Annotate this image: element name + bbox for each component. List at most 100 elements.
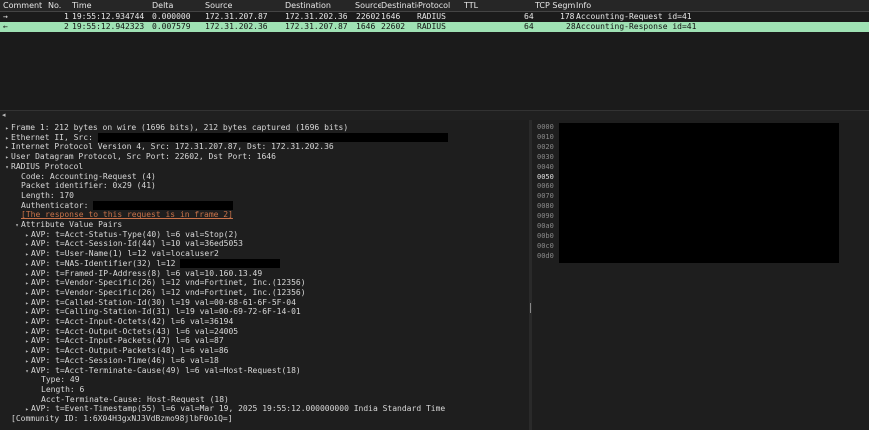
detail-text: AVP: t=Called-Station-Id(30) l=19 val=00… xyxy=(31,297,296,307)
splitter-grip-icon[interactable] xyxy=(530,303,531,313)
detail-row[interactable]: ▾ Attribute Value Pairs xyxy=(0,220,529,230)
detail-row[interactable]: ▸ AVP: t=Acct-Status-Type(40) l=6 val=Sto… xyxy=(0,230,529,240)
redacted-value xyxy=(180,258,281,268)
packet-ttl: 64 xyxy=(524,12,534,21)
byte-offset: 0090 xyxy=(537,212,554,221)
response-frame-link[interactable]: [The response to this request is in fram… xyxy=(21,210,233,219)
detail-text: AVP: t=Acct-Input-Octets(42) l=6 val=361… xyxy=(31,317,234,326)
packet-destination-port: 22602 xyxy=(381,22,406,31)
detail-row[interactable]: ▾ AVP: t=Acct-Terminate-Cause(49) l=6 val… xyxy=(0,366,529,376)
packet-bytes-pane[interactable]: 0000 0010 0020 0030 0040 0050 0060 0070 0080 0090… xyxy=(532,120,869,430)
detail-row[interactable]: ▸ AVP: t=Called-Station-Id(30) l=19 val=0… xyxy=(0,298,529,308)
packet-row[interactable]: ← 2 19:55:12.942323 0.007579 172.31.202.… xyxy=(0,22,869,32)
byte-offset: 00d0 xyxy=(537,251,554,260)
packet-time: 19:55:12.934744 xyxy=(72,12,145,21)
redacted-value xyxy=(97,132,448,142)
detail-row[interactable]: ▸ User Datagram Protocol, Src Port: 22602… xyxy=(0,152,529,162)
packet-list-empty-area[interactable] xyxy=(0,32,869,108)
packet-source-port: 1646 xyxy=(356,22,376,31)
detail-row[interactable]: ▸ AVP: t=Acct-Output-Octets(43) l=6 val=2… xyxy=(0,327,529,337)
byte-offset: 00b0 xyxy=(537,231,554,240)
response-arrow-icon: ← xyxy=(3,22,8,31)
detail-text: RADIUS Protocol xyxy=(11,161,84,171)
packet-info: Accounting-Request id=41 xyxy=(576,12,692,21)
detail-row[interactable]: ▸ AVP: t=Acct-Session-Id(44) l=10 val=36e… xyxy=(0,239,529,249)
detail-row[interactable]: Acct-Terminate-Cause: Host-Request (18) xyxy=(0,395,529,405)
detail-row[interactable]: ▸ Internet Protocol Version 4, Src: 172.3… xyxy=(0,142,529,152)
detail-text: Code: Accounting-Request (4) xyxy=(21,171,156,181)
detail-text: AVP: t=Event-Timestamp(55) l=6 val=Mar 1… xyxy=(31,404,446,414)
column-header[interactable]: Destinatio xyxy=(380,0,418,11)
detail-row[interactable]: ▸ AVP: t=Vendor-Specific(26) l=12 vnd=For… xyxy=(0,288,529,298)
detail-text: Acct-Terminate-Cause: Host-Request (18) xyxy=(41,394,229,404)
detail-row[interactable]: ▸ Ethernet II, Src: xyxy=(0,132,529,143)
detail-row[interactable]: Code: Accounting-Request (4) xyxy=(0,172,529,182)
detail-row[interactable]: [The response to this request is in fram… xyxy=(0,210,529,220)
byte-offset: 00a0 xyxy=(537,222,554,230)
detail-row[interactable]: Length: 6 xyxy=(0,385,529,395)
packet-source: 172.31.207.87 xyxy=(205,12,268,21)
packet-list-header: Comment No. Time Delta Source Destinatio… xyxy=(0,0,869,12)
detail-text: Type: 49 xyxy=(41,375,80,385)
detail-row[interactable]: Packet identifier: 0x29 (41) xyxy=(0,181,529,191)
detail-row[interactable]: ▸ AVP: t=Calling-Station-Id(31) l=19 val=… xyxy=(0,307,529,317)
scroll-left-icon[interactable]: ◂ xyxy=(2,111,6,120)
packet-row[interactable]: → 1 19:55:12.934744 0.000000 172.31.207.… xyxy=(0,12,869,22)
column-header[interactable]: Source xyxy=(354,0,381,11)
detail-row[interactable]: ▸ Frame 1: 212 bytes on wire (1696 bits),… xyxy=(0,123,529,133)
detail-row[interactable]: ▸ AVP: t=Framed-IP-Address(8) l=6 val=10.… xyxy=(0,269,529,279)
packet-time: 19:55:12.942323 xyxy=(72,22,145,31)
byte-offset: 0070 xyxy=(537,192,554,201)
detail-row[interactable]: ▸ AVP: t=Event-Timestamp(55) l=6 val=Mar … xyxy=(0,404,529,414)
byte-offset: 0030 xyxy=(537,152,554,161)
packet-delta: 0.000000 xyxy=(152,12,191,21)
detail-row[interactable]: ▸ AVP: t=Acct-Input-Packets(47) l=6 val=8… xyxy=(0,336,529,346)
column-header[interactable]: Comment xyxy=(2,0,48,11)
packet-no: 2 xyxy=(64,22,69,31)
column-header[interactable]: TCP Segme xyxy=(534,0,575,11)
detail-text: AVP: t=Vendor-Specific(26) l=12 vnd=Fort… xyxy=(31,287,306,297)
detail-row[interactable]: ▸ AVP: t=Acct-Session-Time(46) l=6 val=18 xyxy=(0,356,529,366)
packet-length: 28 xyxy=(566,22,576,31)
packet-source-port: 22602 xyxy=(356,12,381,21)
detail-text: Frame 1: 212 bytes on wire (1696 bits), … xyxy=(11,123,349,132)
horizontal-scrollbar[interactable]: ◂ xyxy=(0,110,869,120)
column-header[interactable]: Destination xyxy=(284,0,355,11)
column-header[interactable]: Protocol xyxy=(417,0,464,11)
detail-text: AVP: t=Acct-Session-Time(46) l=6 val=18 xyxy=(31,355,219,365)
redacted-value xyxy=(93,200,234,210)
column-header[interactable]: Delta xyxy=(151,0,205,11)
byte-offset: 0040 xyxy=(537,162,554,171)
detail-row[interactable]: Length: 170 xyxy=(0,191,529,201)
detail-text: Length: 6 xyxy=(41,384,85,394)
detail-row[interactable]: ▸ AVP: t=Vendor-Specific(26) l=12 vnd=For… xyxy=(0,278,529,288)
packet-protocol: RADIUS xyxy=(417,22,446,31)
detail-row[interactable]: ▾ RADIUS Protocol xyxy=(0,162,529,172)
detail-row[interactable]: Type: 49 xyxy=(0,375,529,385)
detail-text: Ethernet II, Src: xyxy=(11,132,98,142)
detail-text: Internet Protocol Version 4, Src: 172.31… xyxy=(11,142,334,152)
byte-offset: 00c0 xyxy=(537,241,554,250)
column-header[interactable]: Time xyxy=(71,0,152,11)
byte-offset: 0050 xyxy=(537,172,554,181)
detail-row[interactable]: [Community ID: 1:6X04H3gxNJ3VdBzmo98jlbF… xyxy=(0,414,529,424)
detail-text: User Datagram Protocol, Src Port: 22602,… xyxy=(11,152,276,162)
column-header[interactable]: Info xyxy=(575,0,656,11)
detail-text: AVP: t=Acct-Output-Octets(43) l=6 val=24… xyxy=(31,326,239,336)
detail-row[interactable]: Authenticator: xyxy=(0,200,529,211)
column-header[interactable]: TTL xyxy=(463,0,535,11)
column-header[interactable]: Source xyxy=(204,0,285,11)
packet-ttl: 64 xyxy=(524,22,534,31)
detail-row[interactable]: ▸ AVP: t=NAS-Identifier(32) l=12 xyxy=(0,258,529,269)
packet-details-tree[interactable]: ▸ Frame 1: 212 bytes on wire (1696 bits),… xyxy=(0,120,529,430)
detail-text: Authenticator: xyxy=(21,200,94,210)
request-arrow-icon: → xyxy=(3,12,8,21)
detail-row[interactable]: ▸ AVP: t=User-Name(1) l=12 val=localuser2 xyxy=(0,249,529,259)
packet-protocol: RADIUS xyxy=(417,12,446,21)
redacted-hex-dump xyxy=(559,123,839,263)
detail-row[interactable]: ▸ AVP: t=Acct-Output-Packets(48) l=6 val=… xyxy=(0,346,529,356)
detail-row[interactable]: ▸ AVP: t=Acct-Input-Octets(42) l=6 val=36… xyxy=(0,317,529,327)
byte-offset: 0080 xyxy=(537,202,554,211)
packet-info: Accounting-Response id=41 xyxy=(576,22,697,31)
column-header[interactable]: No. xyxy=(47,0,72,11)
